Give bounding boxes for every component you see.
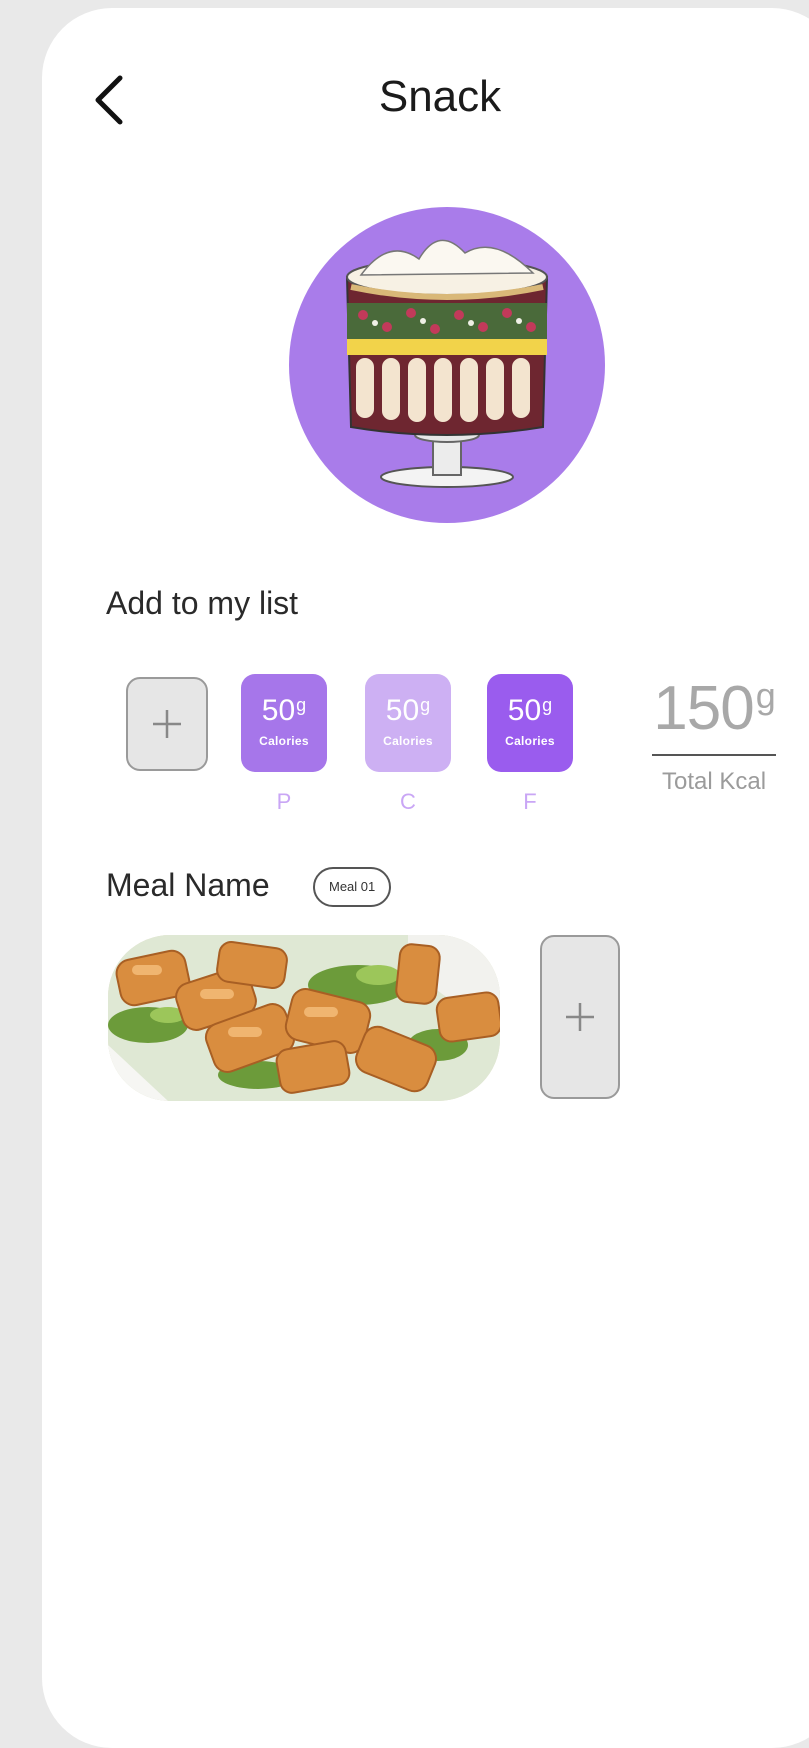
macro-value: 50: [261, 694, 296, 727]
macro-sub-label: Calories: [505, 734, 555, 748]
macro-unit: g: [420, 695, 431, 715]
trifle-dessert-illustration: [345, 239, 549, 488]
page-title: Snack: [378, 72, 502, 121]
total-kcal: 150g Total Kcal: [652, 678, 776, 796]
macro-letter-fat: F: [523, 789, 537, 814]
macro-value: 50: [507, 694, 542, 727]
plus-icon: [566, 1003, 594, 1031]
macro-tile-carbs[interactable]: 50g Calories: [365, 674, 451, 772]
meal-name-label: Meal Name: [106, 867, 270, 903]
total-value: 150: [653, 674, 754, 743]
macro-letter-carbs: C: [400, 789, 416, 814]
macro-unit: g: [542, 695, 553, 715]
add-to-list-label: Add to my list: [106, 585, 299, 621]
meal-chip[interactable]: Meal 01: [313, 867, 392, 907]
add-meal-button[interactable]: [540, 935, 620, 1099]
plus-icon: [153, 710, 181, 738]
total-label: Total Kcal: [661, 768, 767, 795]
macro-tile-protein[interactable]: 50g Calories: [241, 674, 327, 772]
total-unit: g: [755, 675, 776, 716]
macro-letter-protein: P: [276, 789, 292, 814]
macro-unit: g: [296, 695, 307, 715]
hero-image-circle: [289, 207, 605, 523]
macro-value: 50: [385, 694, 420, 727]
add-macro-button[interactable]: [126, 677, 208, 771]
chevron-left-icon[interactable]: [88, 70, 132, 130]
grilled-chicken-salad-photo: [108, 935, 500, 1101]
total-divider: [652, 754, 776, 756]
macro-sub-label: Calories: [383, 734, 433, 748]
macro-tile-fat[interactable]: 50g Calories: [487, 674, 573, 772]
macro-sub-label: Calories: [259, 734, 309, 748]
meal-photo[interactable]: [108, 935, 500, 1101]
